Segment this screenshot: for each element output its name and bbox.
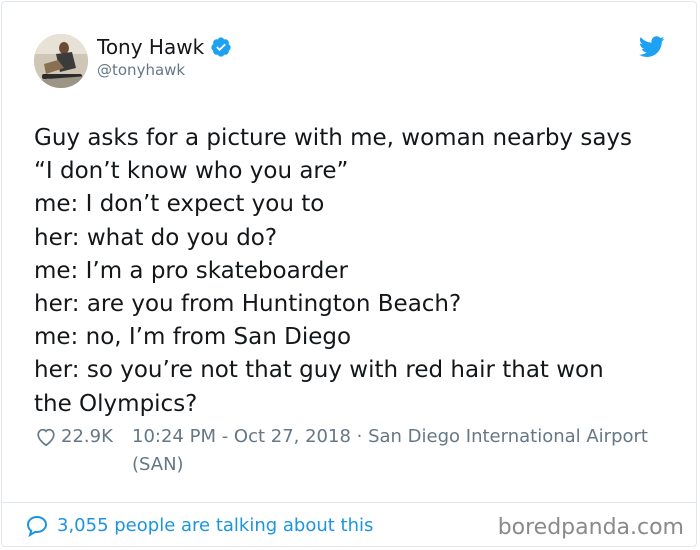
verified-badge-icon xyxy=(210,36,232,58)
tweet-card: Tony Hawk @tonyhawk Guy asks for a pictu… xyxy=(1,1,697,547)
tweet-line: her: are you from Huntington Beach? xyxy=(34,291,462,318)
conversation-text: 3,055 people are talking about this xyxy=(57,515,374,536)
heart-icon xyxy=(35,426,57,448)
name-row: Tony Hawk xyxy=(97,35,232,59)
tweet-line: me: no, I’m from San Diego xyxy=(34,324,352,351)
tweet-line: me: I don’t expect you to xyxy=(34,191,325,218)
tweet-line: Guy asks for a picture with me, woman ne… xyxy=(34,125,633,151)
tweet-footer: 3,055 people are talking about this bore… xyxy=(2,502,696,540)
watermark: boredpanda.com xyxy=(497,515,684,540)
avatar[interactable] xyxy=(34,34,88,88)
like-button[interactable]: 22.9K xyxy=(35,423,113,451)
tweet-line: her: what do you do? xyxy=(34,224,278,251)
tweet-line: me: I’m a pro skateboarder xyxy=(34,257,348,284)
tweet-line: the Olympics? xyxy=(34,390,198,417)
tweet-line: her: so you’re not that guy with red hai… xyxy=(34,357,604,384)
user-handle[interactable]: @tonyhawk xyxy=(97,61,185,79)
twitter-bird-icon[interactable] xyxy=(638,36,665,58)
tweet-line: “I don’t know who you are” xyxy=(34,158,349,185)
tweet-text: Guy asks for a picture with me, woman ne… xyxy=(34,122,674,421)
speech-bubble-icon xyxy=(25,515,49,538)
avatar-image xyxy=(34,34,88,88)
like-count: 22.9K xyxy=(61,426,113,447)
tweet-timestamp[interactable]: 10:24 PM - Oct 27, 2018 · San Diego Inte… xyxy=(132,423,652,479)
display-name[interactable]: Tony Hawk xyxy=(97,35,204,59)
conversation-link[interactable]: 3,055 people are talking about this xyxy=(25,515,374,538)
